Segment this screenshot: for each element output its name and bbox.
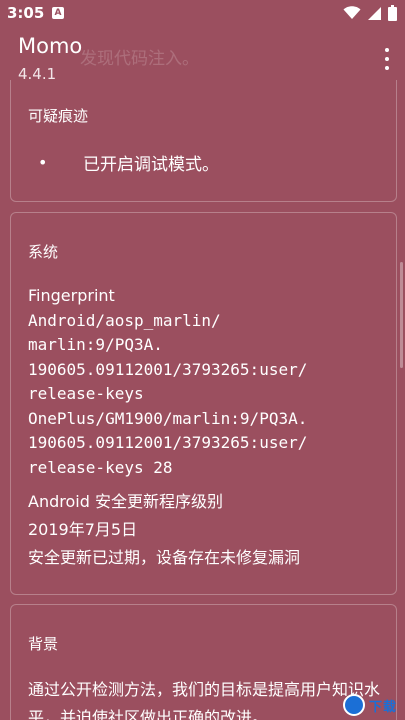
section-title-background: 背景	[28, 635, 59, 653]
background-text: 通过公开检测方法，我们的目标是提高用户知识水平，并迫使社区做出正确的改进。	[28, 680, 381, 720]
more-options-icon[interactable]	[383, 48, 391, 70]
background-card: 背景 通过公开检测方法，我们的目标是提高用户知识水平，并迫使社区做出正确的改进。	[10, 604, 397, 720]
status-icons	[343, 5, 397, 21]
fingerprint-label: Fingerprint	[28, 286, 115, 305]
notification-a-icon: A	[52, 7, 64, 19]
signal-icon	[368, 6, 381, 20]
app-header: 发现代码注入。 Momo 4.4.1	[0, 28, 405, 88]
wifi-icon	[343, 6, 361, 19]
section-title-suspicious: 可疑痕迹	[28, 107, 89, 125]
status-time: 3:05	[7, 4, 45, 22]
header-overlay-text: 发现代码注入。	[80, 49, 199, 69]
app-title: Momo	[18, 34, 83, 58]
watermark-logo-icon	[342, 694, 365, 716]
battery-icon	[388, 5, 397, 21]
security-patch-note: 安全更新已过期，设备存在未修复漏洞	[28, 548, 301, 567]
app-screen: 3:05 A 发现代码注入。 Momo 4.4.1 可疑痕迹 • 已开启调试模式…	[0, 0, 405, 720]
watermark-text: 下载	[368, 699, 397, 715]
scrollbar[interactable]	[400, 262, 403, 368]
status-bar: 3:05 A	[0, 0, 405, 28]
fingerprint-value: Android/aosp_marlin/ marlin:9/PQ3A. 1906…	[28, 310, 308, 477]
suspicious-traces-card: 可疑痕迹 • 已开启调试模式。	[10, 80, 397, 202]
fingerprint-block: Fingerprint Android/aosp_marlin/ marlin:…	[28, 284, 388, 480]
suspicious-item: 已开启调试模式。	[83, 155, 219, 175]
system-card: 系统 Fingerprint Android/aosp_marlin/ marl…	[10, 212, 397, 595]
security-patch-label: Android 安全更新程序级别	[28, 492, 223, 511]
security-patch-date: 2019年7月5日	[28, 520, 138, 539]
bullet-icon: •	[38, 153, 48, 172]
site-watermark: 下载	[342, 690, 397, 720]
app-version: 4.4.1	[18, 65, 57, 83]
section-title-system: 系统	[28, 243, 59, 261]
